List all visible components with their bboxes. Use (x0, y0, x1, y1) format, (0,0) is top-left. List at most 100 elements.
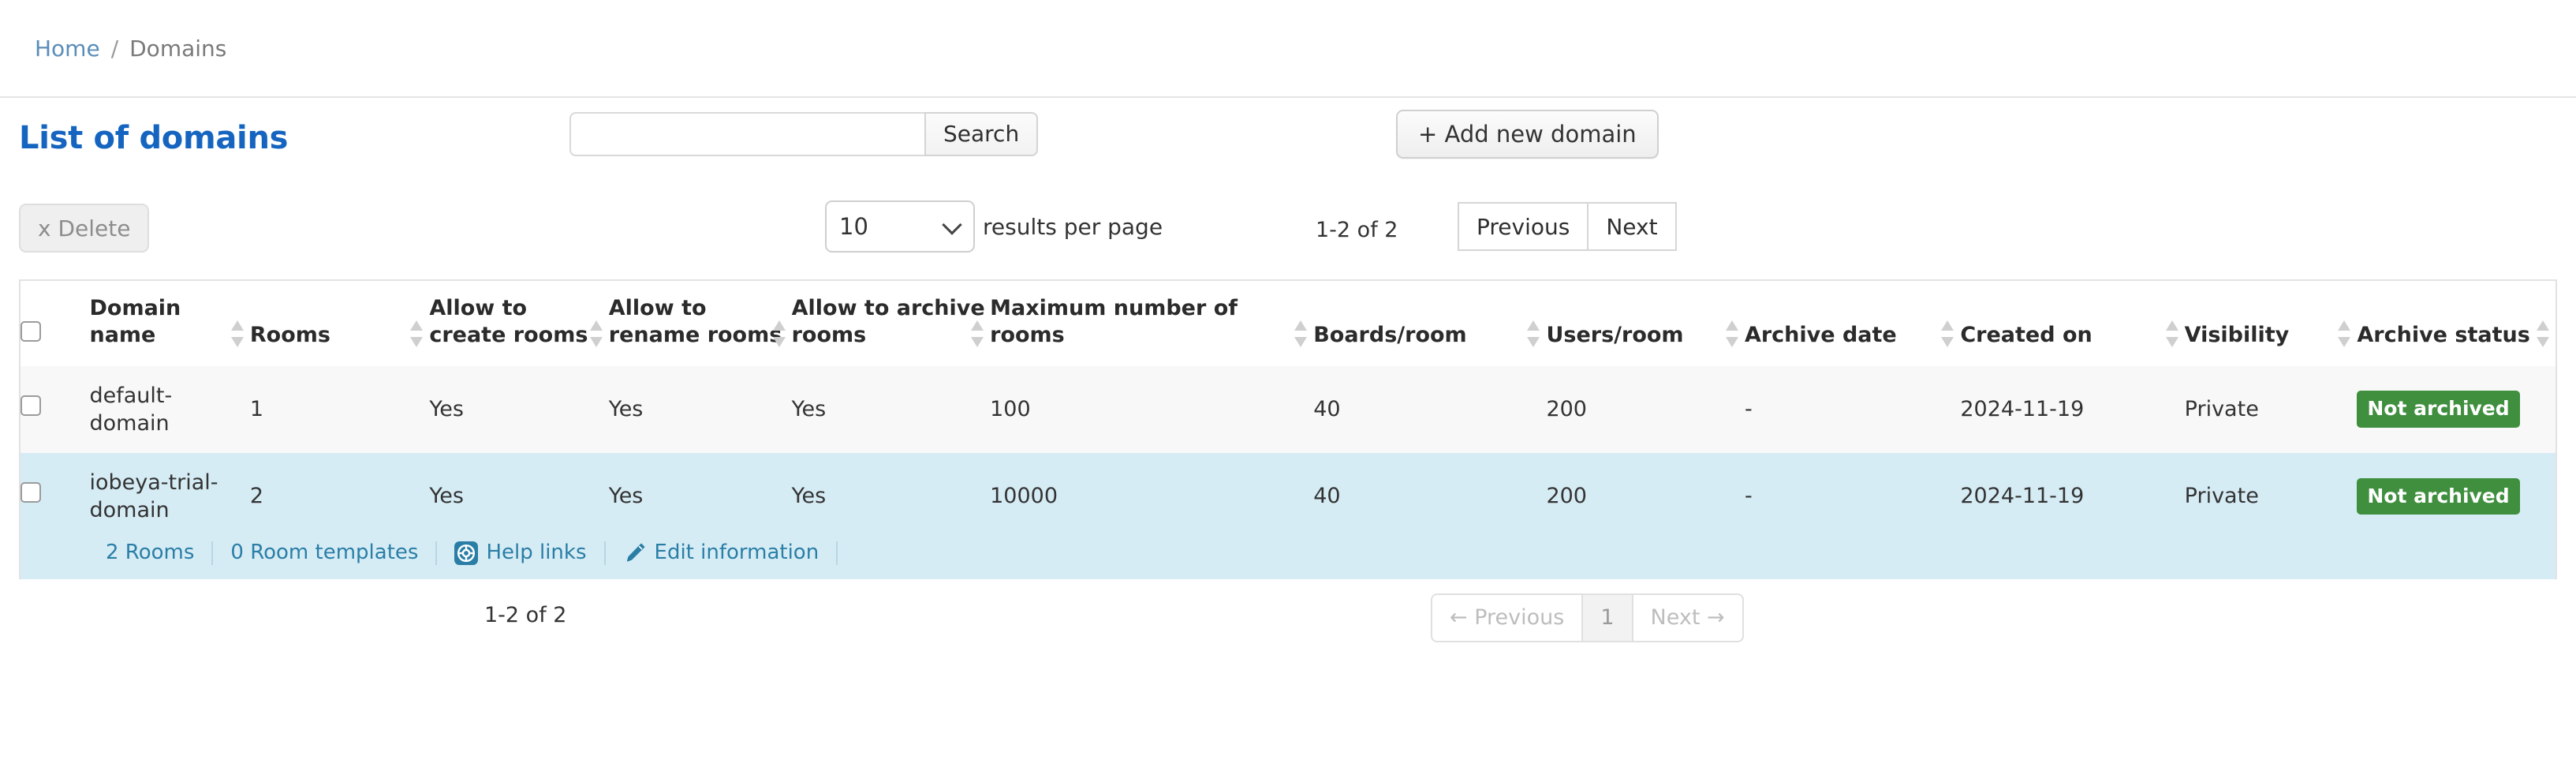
sort-icon[interactable] (589, 320, 603, 347)
column-header-maximum-number-of-rooms[interactable]: Maximum number of rooms (990, 281, 1313, 366)
row-actions: 2 Rooms 0 Room templates Help links Edit… (21, 540, 2555, 567)
action-divider (211, 541, 214, 565)
next-page-button-bottom[interactable]: Next → (1633, 593, 1744, 642)
column-header-domain-name[interactable]: Domain name (89, 281, 249, 366)
action-label: Help links (486, 540, 587, 564)
cell-users-per-room: 200 (1546, 397, 1587, 422)
cell-created-on: 2024-11-19 (1960, 397, 2085, 422)
cell-visibility: Private (2184, 397, 2259, 422)
action-link-room-templates[interactable]: 0 Room templates (230, 540, 418, 567)
search-input[interactable] (569, 112, 924, 156)
sort-icon[interactable] (1941, 320, 1954, 347)
sort-icon[interactable] (2165, 320, 2178, 347)
next-page-button-top[interactable]: Next (1587, 202, 1677, 251)
list-controls: x Delete 10 results per page 1-2 of 2 Pr… (0, 189, 2576, 271)
column-header-users-per-room[interactable]: Users/room (1546, 281, 1745, 366)
sort-icon[interactable] (971, 320, 984, 347)
results-range-bottom: 1-2 of 2 (484, 602, 567, 627)
column-header-allow-rename-rooms[interactable]: Allow to rename rooms (609, 281, 792, 366)
page-number-1-button[interactable]: 1 (1583, 593, 1633, 642)
action-divider (836, 541, 838, 565)
cell-visibility: Private (2184, 484, 2259, 509)
cell-maximum-number-of-rooms: 10000 (990, 484, 1058, 509)
action-label: Edit information (654, 540, 819, 564)
cell-users-per-room: 200 (1546, 484, 1587, 509)
action-link-help-links[interactable]: Help links (454, 540, 587, 567)
sort-icon[interactable] (1725, 320, 1738, 347)
table-row[interactable]: default-domain 1 Yes Yes Yes 100 40 200 … (21, 365, 2555, 453)
sort-icon[interactable] (1527, 320, 1540, 347)
chevron-down-icon (942, 215, 962, 235)
sort-icon[interactable] (772, 320, 786, 347)
cell-boards-per-room: 40 (1313, 484, 1341, 509)
table-row[interactable]: iobeya-trial-domain 2 Yes Yes Yes 10000 … (21, 452, 2555, 540)
results-range-top: 1-2 of 2 (1316, 218, 1398, 242)
cell-boards-per-room: 40 (1313, 397, 1341, 422)
domains-table-container: Domain name Rooms Allow to create rooms … (19, 279, 2557, 579)
row-checkbox[interactable] (21, 395, 41, 417)
action-link-edit-information[interactable]: Edit information (623, 540, 819, 567)
status-badge: Not archived (2357, 391, 2520, 428)
cell-rooms: 1 (249, 397, 264, 422)
action-link-rooms[interactable]: 2 Rooms (106, 540, 194, 567)
cell-domain-name: iobeya-trial-domain (89, 470, 218, 522)
pagination-footer: 1-2 of 2 ← Previous 1 Next → (19, 579, 2557, 666)
column-header-boards-per-room[interactable]: Boards/room (1313, 281, 1546, 366)
results-per-page-label: results per page (983, 213, 1163, 240)
sort-icon[interactable] (1294, 320, 1308, 347)
pagination-top: Previous Next (1458, 202, 1677, 251)
column-header-allow-create-rooms[interactable]: Allow to create rooms (429, 281, 608, 366)
sort-icon[interactable] (2537, 320, 2549, 347)
cell-allow-rename-rooms: Yes (608, 397, 644, 422)
column-header-rooms[interactable]: Rooms (250, 281, 429, 366)
cell-maximum-number-of-rooms: 100 (990, 397, 1031, 422)
cell-rooms: 2 (249, 484, 264, 509)
column-label: Users/room (1546, 322, 1684, 347)
search-button[interactable]: Search (924, 112, 1039, 156)
table-row-actions: 2 Rooms 0 Room templates Help links Edit… (21, 539, 2555, 579)
previous-page-button-bottom[interactable]: ← Previous (1431, 593, 1584, 642)
column-header-archive-status[interactable]: Archive status (2357, 281, 2555, 366)
cell-created-on: 2024-11-19 (1960, 484, 2085, 509)
column-label: Rooms (249, 322, 330, 347)
column-label: Maximum number of rooms (990, 296, 1238, 347)
breadcrumb-link-home[interactable]: Home (35, 36, 100, 62)
column-header-visibility[interactable]: Visibility (2185, 281, 2358, 366)
pagination-bottom: ← Previous 1 Next → (1431, 593, 1744, 642)
delete-button[interactable]: x Delete (19, 204, 150, 253)
sort-icon[interactable] (410, 320, 424, 347)
sort-icon[interactable] (230, 320, 244, 347)
cell-archive-date: - (1744, 484, 1753, 509)
column-label: Created on (1960, 322, 2093, 347)
column-label: Archive date (1744, 322, 1897, 347)
add-new-domain-button[interactable]: + Add new domain (1396, 110, 1659, 159)
cell-allow-archive-rooms: Yes (791, 397, 827, 422)
action-divider (435, 541, 438, 565)
pencil-icon (623, 541, 647, 565)
table-header-row: Domain name Rooms Allow to create rooms … (21, 281, 2555, 366)
select-all-header (21, 281, 89, 366)
cell-archive-status: Not archived (2357, 453, 2555, 540)
sort-icon[interactable] (2338, 320, 2351, 347)
breadcrumb: Home / Domains (0, 0, 2576, 98)
cell-domain-name: default-domain (89, 383, 173, 436)
column-label: Domain name (89, 296, 181, 347)
page-toolbar: List of domains Search + Add new domain (0, 98, 2576, 189)
page-title: List of domains (19, 120, 289, 156)
previous-page-button-top[interactable]: Previous (1458, 202, 1588, 251)
cell-allow-archive-rooms: Yes (791, 484, 827, 509)
row-select-cell (21, 453, 89, 540)
select-all-checkbox[interactable] (21, 320, 41, 342)
cell-archive-date: - (1744, 397, 1753, 422)
row-checkbox[interactable] (21, 482, 41, 503)
status-badge: Not archived (2357, 477, 2520, 515)
column-label: Allow to rename rooms (608, 296, 782, 347)
column-header-archive-date[interactable]: Archive date (1745, 281, 1960, 366)
column-label: Archive status (2357, 322, 2530, 347)
column-header-allow-archive-rooms[interactable]: Allow to archive rooms (792, 281, 991, 366)
column-header-created-on[interactable]: Created on (1960, 281, 2184, 366)
cell-archive-status: Not archived (2357, 366, 2555, 453)
search-group: Search (569, 112, 1039, 156)
results-per-page-select[interactable]: 10 (825, 200, 975, 253)
cell-allow-create-rooms: Yes (429, 397, 464, 422)
